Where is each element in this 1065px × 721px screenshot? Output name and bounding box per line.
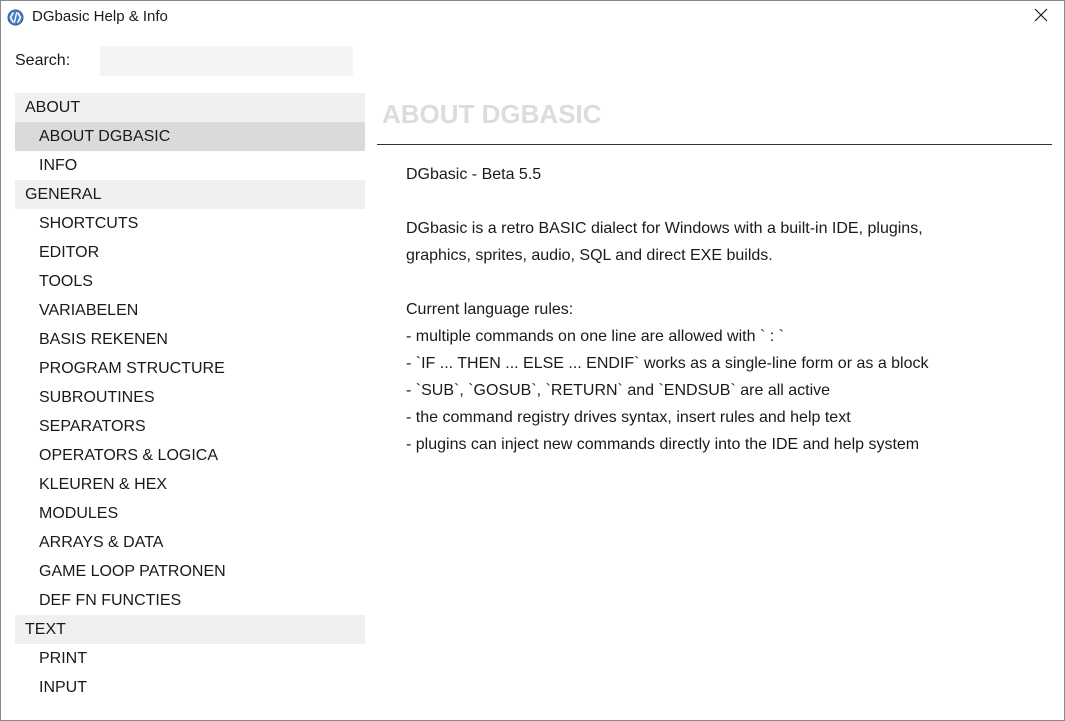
content-line: - `IF ... THEN ... ELSE ... ENDIF` works… (406, 355, 929, 372)
content-line (406, 269, 1046, 296)
close-icon (1034, 8, 1048, 27)
nav-item[interactable]: PRINT (15, 644, 365, 673)
close-button[interactable] (1018, 1, 1064, 34)
content-line (406, 188, 1046, 215)
nav-item[interactable]: SUBROUTINES (15, 383, 365, 412)
page-title: ABOUT DGBASIC (382, 99, 602, 129)
nav-item[interactable]: GAME LOOP PATRONEN (15, 557, 365, 586)
nav-item[interactable]: ARRAYS & DATA (15, 528, 365, 557)
nav-item[interactable]: TOOLS (15, 267, 365, 296)
content-line: graphics, sprites, audio, SQL and direct… (406, 247, 773, 264)
topic-list[interactable]: ABOUT ABOUT DGBASIC INFO GENERAL SHORTCUTS ED… (15, 93, 365, 715)
content-line: - multiple commands on one line are allo… (406, 328, 784, 345)
nav-item[interactable]: BASIS REKENEN (15, 325, 365, 354)
content-line: - plugins can inject new commands direct… (406, 436, 920, 453)
dgbasic-app-icon (7, 9, 24, 26)
window-title: DGbasic Help & Info (32, 8, 168, 25)
nav-item[interactable]: ABOUT DGBASIC (15, 122, 365, 151)
content-line: DGbasic - Beta 5.5 (406, 166, 542, 183)
content-line: - the command registry drives syntax, in… (406, 409, 851, 426)
search-input[interactable] (100, 46, 353, 76)
nav-item[interactable]: VARIABELEN (15, 296, 365, 325)
title-divider (377, 144, 1052, 145)
nav-item[interactable]: KLEUREN & HEX (15, 470, 365, 499)
nav-item[interactable]: OPERATORS & LOGICA (15, 441, 365, 470)
search-label: Search: (15, 52, 71, 69)
nav-item[interactable]: EDITOR (15, 238, 365, 267)
help-content: DGbasic - Beta 5.5 DGbasic is a retro BAS… (406, 161, 1046, 458)
content-line: DGbasic is a retro BASIC dialect for Win… (406, 220, 923, 237)
nav-category[interactable]: ABOUT (15, 93, 365, 122)
nav-item[interactable]: SEPARATORS (15, 412, 365, 441)
nav-item[interactable]: SHORTCUTS (15, 209, 365, 238)
nav-category[interactable]: TEXT (15, 615, 365, 644)
title-bar[interactable]: DGbasic Help & Info (1, 1, 1064, 34)
nav-category[interactable]: GENERAL (15, 180, 365, 209)
nav-item[interactable]: INFO (15, 151, 365, 180)
nav-item[interactable]: PROGRAM STRUCTURE (15, 354, 365, 383)
nav-item[interactable]: MODULES (15, 499, 365, 528)
content-line: - `SUB`, `GOSUB`, `RETURN` and `ENDSUB` … (406, 382, 831, 399)
nav-item[interactable]: DEF FN FUNCTIES (15, 586, 365, 615)
nav-item[interactable]: INPUT (15, 673, 365, 702)
content-line: Current language rules: (406, 301, 574, 318)
help-window: DGbasic Help & Info Search: ABOUT ABOUT D… (0, 0, 1065, 721)
